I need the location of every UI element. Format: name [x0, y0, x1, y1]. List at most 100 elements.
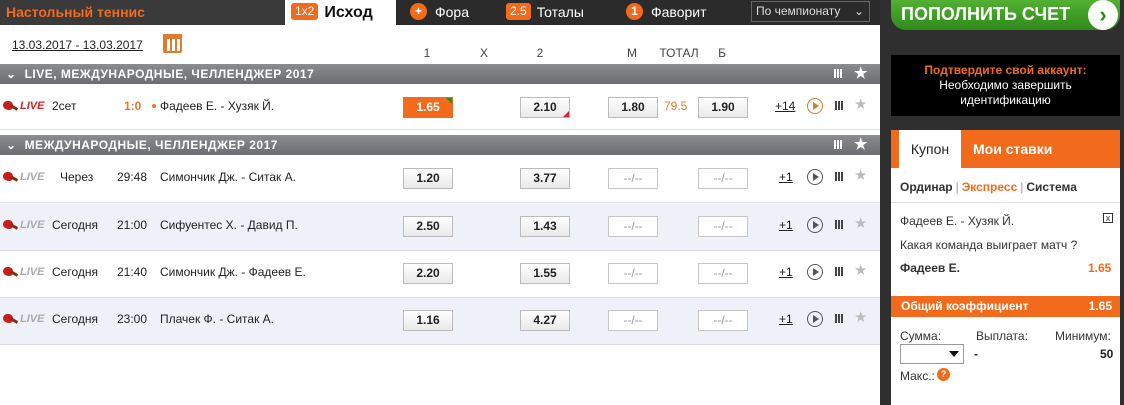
verify-account-notice[interactable]: Подтвердите свой аккаунт: Необходимо зав… — [891, 55, 1120, 116]
tab-my-bets[interactable]: Мои ставки — [973, 130, 1052, 168]
topup-button[interactable]: ПОПОЛНИТЬ СЧЕТ › — [891, 0, 1120, 30]
event-teams[interactable]: Сифуентес Х. - Давид П. — [160, 218, 298, 232]
maximum-label: Макс.: — [900, 369, 935, 383]
odd-under-button[interactable]: --/-- — [608, 263, 658, 284]
star-icon[interactable]: ★ — [854, 64, 868, 84]
stake-select[interactable] — [900, 344, 964, 364]
event-teams[interactable]: Симончик Дж. - Фадеев Е. — [160, 265, 306, 279]
minimum-value: 50 — [1100, 347, 1114, 361]
odd-over-button[interactable]: --/-- — [698, 263, 748, 284]
play-icon[interactable] — [807, 217, 823, 233]
stats-icon[interactable] — [835, 267, 843, 276]
odd-1-button[interactable]: 1.16 — [403, 310, 453, 331]
table-tennis-icon — [3, 101, 19, 111]
tab-totals-badge: 2.5 — [506, 3, 531, 20]
star-icon[interactable]: ★ — [854, 214, 867, 232]
star-icon[interactable]: ★ — [854, 261, 867, 279]
event-row: LIVE 2сет 1:0 Фадеев Е. - Хузяк Й. 1.65 … — [0, 85, 880, 130]
verify-title: Подтвердите свой аккаунт: — [924, 63, 1087, 77]
star-icon[interactable]: ★ — [854, 166, 867, 184]
odd-over-button[interactable]: 1.90 — [698, 97, 748, 118]
bet-pick: Фадеев Е. — [900, 261, 960, 275]
odd-under-button[interactable]: --/-- — [608, 168, 658, 189]
event-row: LIVE Через 29:48 Симончик Дж. - Ситак А.… — [0, 156, 880, 203]
stats-icon[interactable] — [835, 220, 843, 229]
event-time: 21:00 — [117, 218, 148, 232]
column-header-b: Б — [718, 46, 726, 60]
bet-odd: 1.65 — [1088, 261, 1112, 275]
star-icon[interactable]: ★ — [854, 135, 868, 155]
payout-value: - — [974, 347, 978, 361]
bet-type-express[interactable]: Экспресс — [962, 180, 1018, 194]
payout-label: Выплата: — [976, 329, 1028, 343]
odd-2-button[interactable]: 3.77 — [520, 168, 570, 189]
championship-filter-select[interactable]: По чемпионату ⌄ — [751, 1, 870, 22]
tab-outcome-badge: 1x2 — [291, 3, 319, 20]
odd-1-button[interactable]: 1.20 — [403, 168, 453, 189]
total-odds-label: Общий коэффициент — [901, 299, 1029, 313]
odd-2-button[interactable]: 2.10 — [520, 97, 570, 118]
more-markets-link[interactable]: +14 — [775, 99, 795, 113]
sport-title: Настольный теннис — [0, 0, 285, 25]
odd-2-button[interactable]: 1.55 — [520, 263, 570, 284]
date-range-link[interactable]: 13.03.2017 - 13.03.2017 — [12, 38, 143, 52]
stats-icon[interactable] — [835, 172, 843, 181]
calendar-icon[interactable] — [163, 34, 182, 53]
odd-over-button[interactable]: --/-- — [698, 310, 748, 331]
event-row: LIVE Сегодня 21:00 Сифуентес Х. - Давид … — [0, 204, 880, 251]
tab-handicap[interactable]: + Фора — [410, 0, 494, 25]
play-icon[interactable] — [807, 98, 823, 114]
odd-2-button[interactable]: 1.43 — [520, 216, 570, 237]
section-header-challenger[interactable]: ⌄ МЕЖДУНАРОДНЫЕ, ЧЕЛЛЕНДЖЕР 2017 ★ — [0, 135, 880, 155]
total-odds-value: 1.65 — [1088, 299, 1112, 313]
odd-1-button[interactable]: 2.20 — [403, 263, 453, 284]
play-icon[interactable] — [807, 311, 823, 327]
tab-totals[interactable]: 2.5 Тоталы — [506, 0, 616, 25]
topup-button-label: ПОПОЛНИТЬ СЧЕТ — [901, 4, 1071, 24]
more-markets-link[interactable]: +1 — [779, 218, 793, 232]
bet-type-single[interactable]: Ординар — [900, 180, 953, 194]
more-markets-link[interactable]: +1 — [779, 170, 793, 184]
play-icon[interactable] — [807, 264, 823, 280]
odd-2-button[interactable]: 4.27 — [520, 310, 570, 331]
odd-under-button[interactable]: 1.80 — [608, 97, 658, 118]
bet-type-system[interactable]: Система — [1026, 180, 1077, 194]
odd-under-button[interactable]: --/-- — [608, 310, 658, 331]
more-markets-link[interactable]: +1 — [779, 265, 793, 279]
event-when: Сегодня — [52, 312, 98, 326]
column-header-1: 1 — [423, 46, 431, 60]
odd-1-button[interactable]: 1.65 — [403, 97, 453, 118]
serve-indicator — [152, 104, 156, 108]
tab-handicap-badge: + — [410, 3, 427, 20]
total-odds-bar: Общий коэффициент 1.65 — [891, 296, 1120, 317]
section-header-live[interactable]: ⌄ LIVE, МЕЖДУНАРОДНЫЕ, ЧЕЛЛЕНДЖЕР 2017 ★ — [0, 64, 880, 84]
odd-under-button[interactable]: --/-- — [608, 216, 658, 237]
odd-1-button[interactable]: 2.50 — [403, 216, 453, 237]
star-icon[interactable]: ★ — [854, 95, 867, 113]
stats-icon[interactable] — [835, 314, 843, 323]
event-teams[interactable]: Плачек Ф. - Ситак А. — [160, 312, 274, 326]
play-icon[interactable] — [807, 169, 823, 185]
tab-favorite-label: Фаворит — [651, 4, 707, 20]
live-badge: LIVE — [20, 171, 45, 183]
stake-label: Сумма: — [900, 329, 942, 343]
stats-icon[interactable] — [835, 101, 843, 110]
help-icon[interactable]: ? — [937, 368, 950, 381]
event-teams[interactable]: Симончик Дж. - Ситак А. — [160, 170, 296, 184]
tab-coupon[interactable]: Купон — [899, 130, 961, 168]
star-icon[interactable]: ★ — [854, 308, 867, 326]
verify-line: Необходимо завершить — [939, 78, 1072, 92]
more-markets-link[interactable]: +1 — [779, 312, 793, 326]
odd-over-button[interactable]: --/-- — [698, 168, 748, 189]
chevron-down-icon: ⌄ — [853, 4, 864, 18]
close-icon[interactable]: x — [1103, 213, 1113, 223]
divider — [891, 202, 1120, 203]
tab-totals-label: Тоталы — [536, 4, 584, 20]
odd-over-button[interactable]: --/-- — [698, 216, 748, 237]
tab-favorite[interactable]: 1 Фаворит — [626, 0, 736, 25]
stats-icon[interactable] — [834, 69, 842, 78]
stats-icon[interactable] — [834, 140, 842, 149]
event-teams[interactable]: Фадеев Е. - Хузяк Й. — [160, 99, 274, 113]
bet-type-selector: Ординар | Экспресс | Система — [900, 180, 1077, 194]
tab-outcome[interactable]: 1x2 Исход — [285, 0, 396, 25]
